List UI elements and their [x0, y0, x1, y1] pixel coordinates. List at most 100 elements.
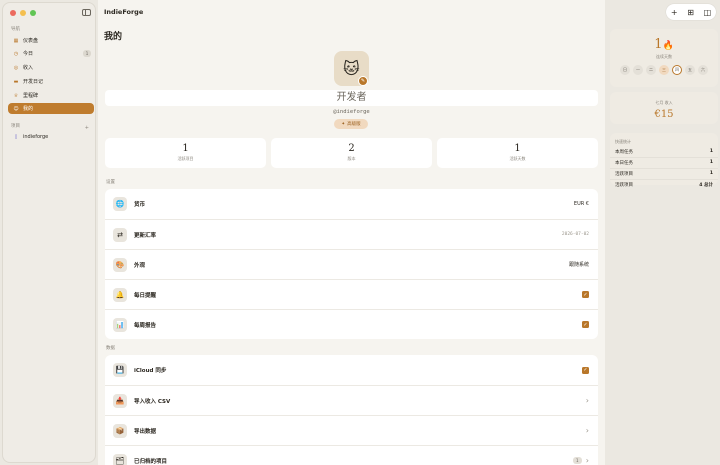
chevron-right-icon: › [585, 426, 589, 435]
weekday: 六 [698, 65, 708, 75]
add-icon[interactable]: + [671, 8, 678, 17]
bell-icon: 🔔 [113, 287, 127, 302]
sidebar-item-label: indieforge [23, 133, 49, 140]
data-row-archived-projects[interactable]: 🗂 已归档的项目 1 › [105, 445, 598, 465]
stat-card: 2 版本 [271, 138, 432, 168]
sidebar-item-dashboard[interactable]: ▦ 仪表盘 [8, 35, 94, 46]
data-row-import-csv[interactable]: 📥 导入收入 CSV › [105, 385, 598, 415]
user-handle: @indieforge [333, 109, 370, 115]
sidebar-item-label: 收入 [23, 65, 34, 71]
inspector-toggle-icon[interactable]: ◫ [704, 8, 712, 17]
data-row-export[interactable]: 📦 导出数据 › [105, 415, 598, 445]
daily-reminder-checkbox[interactable]: ✓ [582, 291, 589, 298]
star-icon: ✦ [341, 121, 346, 127]
data-label: 导入收入 CSV [134, 398, 171, 405]
plan-badge-label: 高级版 [347, 122, 361, 127]
setting-row-currency[interactable]: 🌐 货币 EUR € [105, 189, 598, 219]
data-label: iCloud 同步 [134, 368, 167, 374]
stat-card: 1 活跃天数 [437, 138, 598, 168]
quick-stat-value: 4 总计 [699, 183, 713, 188]
globe-icon: 🌐 [113, 197, 127, 211]
weekly-report-checkbox[interactable]: ✓ [582, 321, 589, 328]
close-window-button[interactable] [10, 10, 16, 16]
appearance-value[interactable]: 跟随系统 [569, 261, 589, 268]
weekday: 日 [620, 65, 630, 75]
stat-label: 活跃项目 [177, 156, 194, 161]
display-name-field[interactable]: 开发者 [105, 90, 598, 106]
sidebar-item-profile[interactable]: ☺ 我的 [8, 103, 94, 114]
app-title: IndieForge [104, 8, 144, 16]
chevron-right-icon: › [585, 456, 589, 465]
streak-label: 连续天数 [656, 54, 672, 59]
window-controls [10, 10, 36, 16]
sidebar-item-label: 我的 [23, 106, 34, 112]
stat-card: 1 活跃项目 [105, 138, 266, 168]
sidebar-item-milestones[interactable]: ♕ 里程碑 [8, 90, 94, 101]
quick-stat-row: 活跃项目 1 [610, 168, 718, 179]
quick-stat-label: 本日任务 [615, 161, 633, 166]
quick-stat-label: 活跃项目 [615, 172, 633, 177]
currency-value[interactable]: EUR € [574, 201, 589, 207]
income-label: 七月 收入 [655, 100, 673, 105]
coin-icon: ◎ [13, 64, 19, 71]
chevron-right-icon: › [585, 396, 589, 405]
setting-label: 更新汇率 [134, 232, 157, 239]
data-section-label: 数据 [106, 346, 115, 351]
weekday: 一 [633, 65, 643, 75]
sidebar-item-devlog[interactable]: ▬ 开发日记 [8, 76, 94, 87]
stat-label: 活跃天数 [509, 156, 526, 161]
minimize-window-button[interactable] [20, 10, 26, 16]
save-icon: 💾 [113, 363, 127, 377]
chart-icon: 📊 [113, 317, 127, 332]
person-icon: ☺ [13, 105, 19, 112]
box-icon: 📦 [113, 423, 127, 438]
data-row-icloud-sync[interactable]: 💾 iCloud 同步 ✓ [105, 355, 598, 385]
exchange-rate-date: 2026-07-02 [561, 232, 589, 237]
data-label: 已归档的项目 [134, 458, 168, 465]
quick-stat-row: 本周任务 1 [610, 147, 718, 157]
sidebar-item-label: 仪表盘 [23, 38, 39, 44]
weekday-today: 四 [672, 65, 682, 75]
income-card: 七月 收入 €15 [610, 92, 718, 124]
trophy-icon: ♕ [13, 92, 19, 99]
weekday-done: 三 [659, 65, 669, 75]
palette-icon: 🎨 [113, 257, 127, 272]
stat-value: 1 [182, 143, 189, 154]
flame-icon: 🔥 [662, 41, 674, 51]
sidebar-item-label: 今日 [23, 51, 34, 57]
zoom-window-button[interactable] [30, 10, 36, 16]
setting-row-daily-reminder[interactable]: 🔔 每日提醒 ✓ [105, 279, 598, 309]
new-folder-icon[interactable]: ⊞ [687, 8, 694, 17]
sidebar-item-today[interactable]: ◷ 今日 1 [8, 48, 94, 59]
page-title: 我的 [104, 32, 123, 42]
archive-icon: 🗂 [113, 453, 127, 465]
edit-avatar-icon[interactable]: ✎ [358, 76, 368, 86]
sidebar-item-income[interactable]: ◎ 收入 [8, 62, 94, 73]
quick-stat-value: 1 [709, 171, 713, 176]
setting-label: 每周报告 [134, 322, 157, 329]
phone-icon: ▯ [14, 133, 18, 140]
inbox-icon: 📥 [113, 393, 127, 408]
exchange-icon: ⇄ [113, 227, 127, 242]
setting-row-exchange-rate[interactable]: ⇄ 更新汇率 2026-07-02 [105, 219, 598, 249]
sidebar-section-label: 导航 [11, 27, 20, 32]
data-label: 导出数据 [134, 428, 157, 435]
sidebar-toggle-icon[interactable] [82, 9, 91, 16]
quick-stat-label: 本周任务 [615, 150, 633, 155]
sidebar-item-project-indieforge[interactable]: ▯ indieforge [8, 131, 94, 142]
projects-section-label: 项目 [11, 124, 20, 129]
weekday-row: 日 一 二 三 四 五 六 [610, 65, 718, 75]
profile-stats: 1 活跃项目 2 版本 1 活跃天数 [105, 138, 598, 168]
setting-label: 外观 [134, 262, 146, 269]
setting-row-appearance[interactable]: 🎨 外观 跟随系统 [105, 249, 598, 279]
stat-label: 版本 [347, 156, 356, 161]
weekday: 二 [646, 65, 656, 75]
quick-stat-row: 本日任务 1 [610, 157, 718, 168]
setting-row-weekly-report[interactable]: 📊 每周报告 ✓ [105, 309, 598, 339]
stat-value: 2 [348, 143, 355, 154]
streak-card: 1🔥 连续天数 日 一 二 三 四 五 六 [610, 29, 718, 87]
quick-stat-value: 1 [709, 149, 713, 154]
main-content: IndieForge 我的 🐱 ✎ 开发者 @indieforge ✦ 高级版 … [98, 0, 605, 465]
toolbar: + ⊞ ◫ [666, 4, 716, 20]
icloud-sync-checkbox[interactable]: ✓ [582, 366, 589, 374]
